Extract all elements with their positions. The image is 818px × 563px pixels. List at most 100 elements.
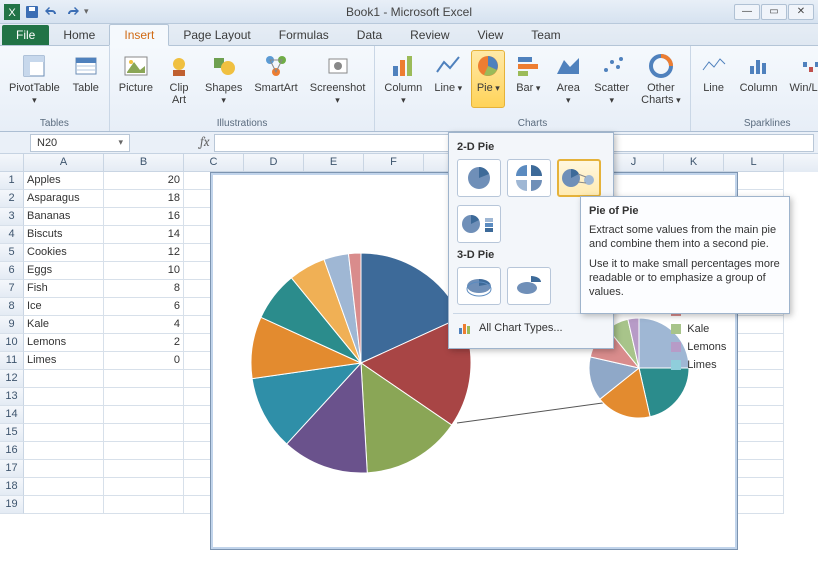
tab-data[interactable]: Data [343,25,396,45]
other-charts-button[interactable]: Other Charts [638,50,683,108]
cell[interactable]: Lemons [24,334,104,352]
col-header[interactable]: F [364,154,424,172]
cell[interactable]: 18 [104,190,184,208]
cell[interactable]: 0 [104,352,184,370]
cell[interactable]: 12 [104,244,184,262]
cell[interactable] [24,406,104,424]
pie-option-bar-of-pie[interactable] [457,205,501,243]
row-header[interactable]: 15 [0,424,24,442]
cell[interactable] [24,370,104,388]
sparkline-line-button[interactable]: Line [697,50,731,96]
cell[interactable] [104,442,184,460]
cell[interactable] [104,460,184,478]
row-header[interactable]: 10 [0,334,24,352]
cell[interactable] [104,406,184,424]
line-chart-button[interactable]: Line [431,50,465,108]
cell[interactable]: Eggs [24,262,104,280]
row-header[interactable]: 14 [0,406,24,424]
cell[interactable]: 8 [104,280,184,298]
pie-chart-button[interactable]: Pie [471,50,505,108]
row-header[interactable]: 18 [0,478,24,496]
cell[interactable] [24,496,104,514]
row-header[interactable]: 4 [0,226,24,244]
undo-icon[interactable] [44,4,60,20]
tab-review[interactable]: Review [396,25,463,45]
cell[interactable]: Biscuts [24,226,104,244]
row-header[interactable]: 13 [0,388,24,406]
cell[interactable] [104,370,184,388]
tab-view[interactable]: View [464,25,518,45]
tab-team[interactable]: Team [517,25,574,45]
clipart-button[interactable]: Clip Art [162,50,196,108]
cell[interactable] [24,478,104,496]
cell[interactable]: 6 [104,298,184,316]
cell[interactable] [24,442,104,460]
save-icon[interactable] [24,4,40,20]
col-header[interactable]: C [184,154,244,172]
row-header[interactable]: 8 [0,298,24,316]
col-header[interactable]: A [24,154,104,172]
smartart-button[interactable]: SmartArt [251,50,300,108]
cell[interactable] [24,424,104,442]
cell[interactable]: 20 [104,172,184,190]
cell[interactable]: Ice [24,298,104,316]
cell[interactable]: Kale [24,316,104,334]
all-chart-types-link[interactable]: All Chart Types... [453,313,609,342]
close-button[interactable]: ✕ [788,4,814,20]
row-header[interactable]: 16 [0,442,24,460]
table-button[interactable]: Table [69,50,103,108]
col-header[interactable]: L [724,154,784,172]
pie-option-3d-exploded[interactable] [507,267,551,305]
row-header[interactable]: 2 [0,190,24,208]
col-header[interactable]: D [244,154,304,172]
cell[interactable]: 16 [104,208,184,226]
redo-icon[interactable] [64,4,80,20]
cell[interactable]: 4 [104,316,184,334]
sparkline-winloss-button[interactable]: Win/Loss [787,50,818,96]
col-header[interactable]: E [304,154,364,172]
row-header[interactable]: 7 [0,280,24,298]
pie-option-3d-pie[interactable] [457,267,501,305]
cell[interactable] [24,460,104,478]
cell[interactable]: Limes [24,352,104,370]
cell[interactable]: Cookies [24,244,104,262]
cell[interactable] [104,388,184,406]
row-header[interactable]: 19 [0,496,24,514]
cell[interactable]: 14 [104,226,184,244]
tab-home[interactable]: Home [49,25,109,45]
tab-file[interactable]: File [2,25,49,45]
tab-formulas[interactable]: Formulas [265,25,343,45]
chevron-down-icon[interactable]: ▾ [118,137,123,148]
cell[interactable]: Bananas [24,208,104,226]
row-header[interactable]: 11 [0,352,24,370]
tab-page-layout[interactable]: Page Layout [169,25,264,45]
area-chart-button[interactable]: Area [551,50,585,108]
name-box[interactable]: N20▾ [30,134,130,152]
pie-option-pie[interactable] [457,159,501,197]
pivottable-button[interactable]: PivotTable [6,50,63,108]
select-all-corner[interactable] [0,154,24,172]
cell[interactable]: 2 [104,334,184,352]
row-header[interactable]: 12 [0,370,24,388]
cell[interactable] [24,388,104,406]
cell[interactable]: 10 [104,262,184,280]
cell[interactable]: Apples [24,172,104,190]
pie-option-pie-of-pie[interactable] [557,159,601,197]
maximize-button[interactable]: ▭ [761,4,787,20]
shapes-button[interactable]: Shapes [202,50,245,108]
row-header[interactable]: 17 [0,460,24,478]
fx-label[interactable]: fx [200,135,210,150]
cell[interactable] [104,424,184,442]
row-header[interactable]: 3 [0,208,24,226]
scatter-chart-button[interactable]: Scatter [591,50,632,108]
row-header[interactable]: 1 [0,172,24,190]
picture-button[interactable]: Picture [116,50,156,108]
cell[interactable] [104,478,184,496]
tab-insert[interactable]: Insert [109,24,169,46]
cell[interactable] [104,496,184,514]
cell[interactable]: Fish [24,280,104,298]
row-header[interactable]: 5 [0,244,24,262]
col-header[interactable]: B [104,154,184,172]
row-header[interactable]: 6 [0,262,24,280]
row-header[interactable]: 9 [0,316,24,334]
